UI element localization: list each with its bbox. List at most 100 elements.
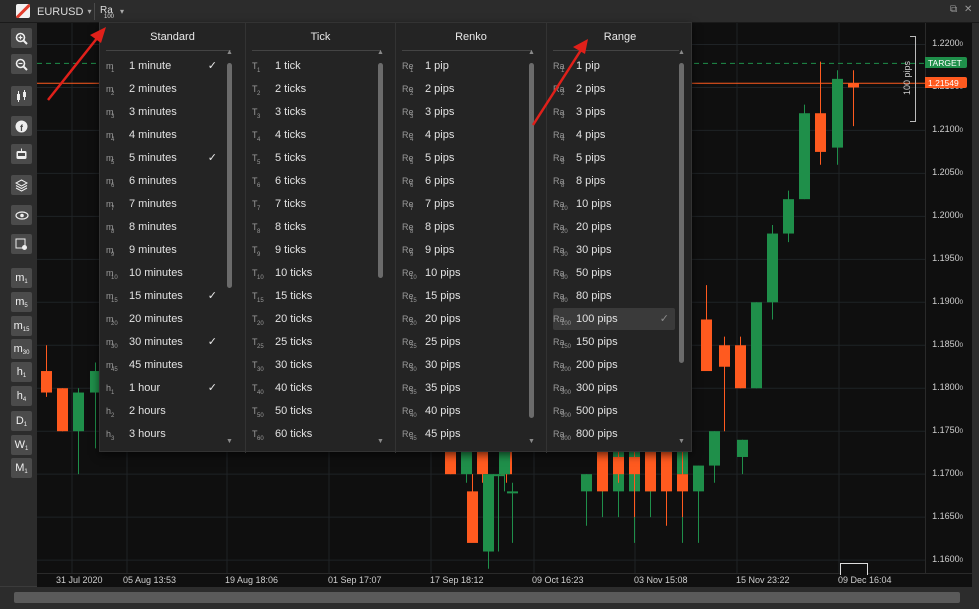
scroll-down-icon[interactable]: ▼ [678,438,685,445]
timeframe-button[interactable]: h1 [11,362,32,382]
time-axis[interactable] [37,573,972,587]
timeframe-option[interactable]: T 20 20 ticks [252,308,374,330]
timeframe-option[interactable]: T5 5 ticks [252,147,374,169]
timeframe-option[interactable]: T2 2 ticks [252,78,374,100]
timeframe-button[interactable]: M1 [11,458,32,478]
timeframe-option[interactable]: m 45 45 minutes [106,354,223,376]
scroll-down-icon[interactable]: ▼ [377,438,384,445]
timeframe-button[interactable]: W1 [11,435,32,455]
timeframe-option[interactable]: T 60 60 ticks [252,423,374,445]
facebook-button[interactable]: f [11,116,32,136]
timeframe-option[interactable]: Ra 100 100 pips ✓ [553,308,675,330]
timeframe-option[interactable]: h2 2 hours [106,400,223,422]
symbol-selector[interactable]: EURUSD ▾ [37,0,91,23]
timeframe-option[interactable]: Re 9 9 pips [402,239,525,261]
chart-type-button[interactable] [11,86,32,106]
timeframe-option[interactable]: Ra 10 10 pips [553,193,675,215]
timeframe-option[interactable]: Ra 800 800 pips [553,423,675,445]
timeframe-option[interactable]: T6 6 ticks [252,170,374,192]
scroll-down-icon[interactable]: ▼ [226,438,233,445]
timeframe-option[interactable]: Re 8 8 pips [402,216,525,238]
timeframe-button[interactable]: m5 [11,292,32,312]
timeframe-option[interactable]: T4 4 ticks [252,124,374,146]
timeframe-option[interactable]: Re 30 30 pips [402,354,525,376]
timeframe-option[interactable]: Re 15 15 pips [402,285,525,307]
timeframe-option[interactable]: h3 3 hours [106,423,223,445]
timeframe-option[interactable]: Ra 1 1 pip [553,55,675,77]
timeframe-button[interactable]: D1 [11,411,32,431]
timeframe-option[interactable]: m1 1 minute ✓ [106,55,223,77]
timeframe-option[interactable]: Re 7 7 pips [402,193,525,215]
timeframe-option[interactable]: Ra 80 80 pips [553,285,675,307]
timeframe-option[interactable]: Re 35 35 pips [402,377,525,399]
chart-scrollbar[interactable] [0,587,979,609]
timeframe-option[interactable]: Ra 300 300 pips [553,377,675,399]
column-scrollbar-thumb[interactable] [679,63,684,363]
timeframe-option[interactable]: Ra 8 8 pips [553,170,675,192]
timeframe-option[interactable]: T 50 50 ticks [252,400,374,422]
timeframe-option[interactable]: Re 4 4 pips [402,124,525,146]
timeframe-button[interactable]: m 15 [11,316,32,336]
timeframe-option[interactable]: m 15 15 minutes ✓ [106,285,223,307]
timeframe-option[interactable]: m9 9 minutes [106,239,223,261]
scrollbar-thumb[interactable] [14,592,960,603]
scroll-up-icon[interactable]: ▲ [377,49,384,56]
timeframe-option[interactable]: T 30 30 ticks [252,354,374,376]
timeframe-option[interactable]: m 10 10 minutes [106,262,223,284]
timeframe-option[interactable]: T9 9 ticks [252,239,374,261]
visibility-button[interactable] [11,205,32,225]
detach-icon[interactable]: ⧉ [950,4,957,15]
time-cursor-marker[interactable] [840,563,868,575]
timeframe-option[interactable]: Ra 30 30 pips [553,239,675,261]
timeframe-option[interactable]: Ra 2 2 pips [553,78,675,100]
timeframe-button[interactable]: m 30 [11,339,32,359]
timeframe-option[interactable]: Re 10 10 pips [402,262,525,284]
timeframe-option[interactable]: Ra 200 200 pips [553,354,675,376]
timeframe-option[interactable]: m4 4 minutes [106,124,223,146]
timeframe-option[interactable]: m2 2 minutes [106,78,223,100]
scroll-up-icon[interactable]: ▲ [678,49,685,56]
timeframe-option[interactable]: Re 1 1 pip [402,55,525,77]
robot-button[interactable] [11,144,32,164]
column-scrollbar-thumb[interactable] [227,63,232,288]
layers-button[interactable] [11,175,32,195]
column-scrollbar-thumb[interactable] [378,63,383,278]
timeframe-option[interactable]: m5 5 minutes ✓ [106,147,223,169]
timeframe-option[interactable]: m8 8 minutes [106,216,223,238]
timeframe-option[interactable]: Ra 5 5 pips [553,147,675,169]
timeframe-option[interactable]: Re 3 3 pips [402,101,525,123]
zoom-in-button[interactable] [11,28,32,48]
timeframe-option[interactable]: T7 7 ticks [252,193,374,215]
timeframe-option[interactable]: m6 6 minutes [106,170,223,192]
timeframe-option[interactable]: T8 8 ticks [252,216,374,238]
timeframe-option[interactable]: h1 1 hour ✓ [106,377,223,399]
timeframe-option[interactable]: T 15 15 ticks [252,285,374,307]
timeframe-option[interactable]: Re 40 40 pips [402,400,525,422]
timeframe-option[interactable]: Re 5 5 pips [402,147,525,169]
timeframe-option[interactable]: Re 2 2 pips [402,78,525,100]
scroll-down-icon[interactable]: ▼ [528,438,535,445]
timeframe-option[interactable]: T3 3 ticks [252,101,374,123]
timeframe-option[interactable]: Re 45 45 pips [402,423,525,445]
scroll-up-icon[interactable]: ▲ [528,49,535,56]
timeframe-option[interactable]: m 30 30 minutes ✓ [106,331,223,353]
timeframe-option[interactable]: Ra 3 3 pips [553,101,675,123]
timeframe-option[interactable]: Ra 50 50 pips [553,262,675,284]
timeframe-button[interactable]: m1 [11,268,32,288]
chart-settings-button[interactable] [11,234,32,254]
timeframe-option[interactable]: T1 1 tick [252,55,374,77]
timeframe-option[interactable]: Ra 4 4 pips [553,124,675,146]
timeframe-option[interactable]: Re 20 20 pips [402,308,525,330]
zoom-out-button[interactable] [11,54,32,74]
timeframe-option[interactable]: m7 7 minutes [106,193,223,215]
timeframe-button[interactable]: h4 [11,386,32,406]
timeframe-option[interactable]: T 40 40 ticks [252,377,374,399]
timeframe-option[interactable]: T 25 25 ticks [252,331,374,353]
timeframe-option[interactable]: m 20 20 minutes [106,308,223,330]
timeframe-option[interactable]: Re 6 6 pips [402,170,525,192]
timeframe-option[interactable]: T 10 10 ticks [252,262,374,284]
timeframe-option[interactable]: Re 25 25 pips [402,331,525,353]
timeframe-option[interactable]: m3 3 minutes [106,101,223,123]
scroll-up-icon[interactable]: ▲ [226,49,233,56]
timeframe-option[interactable]: Ra 150 150 pips [553,331,675,353]
